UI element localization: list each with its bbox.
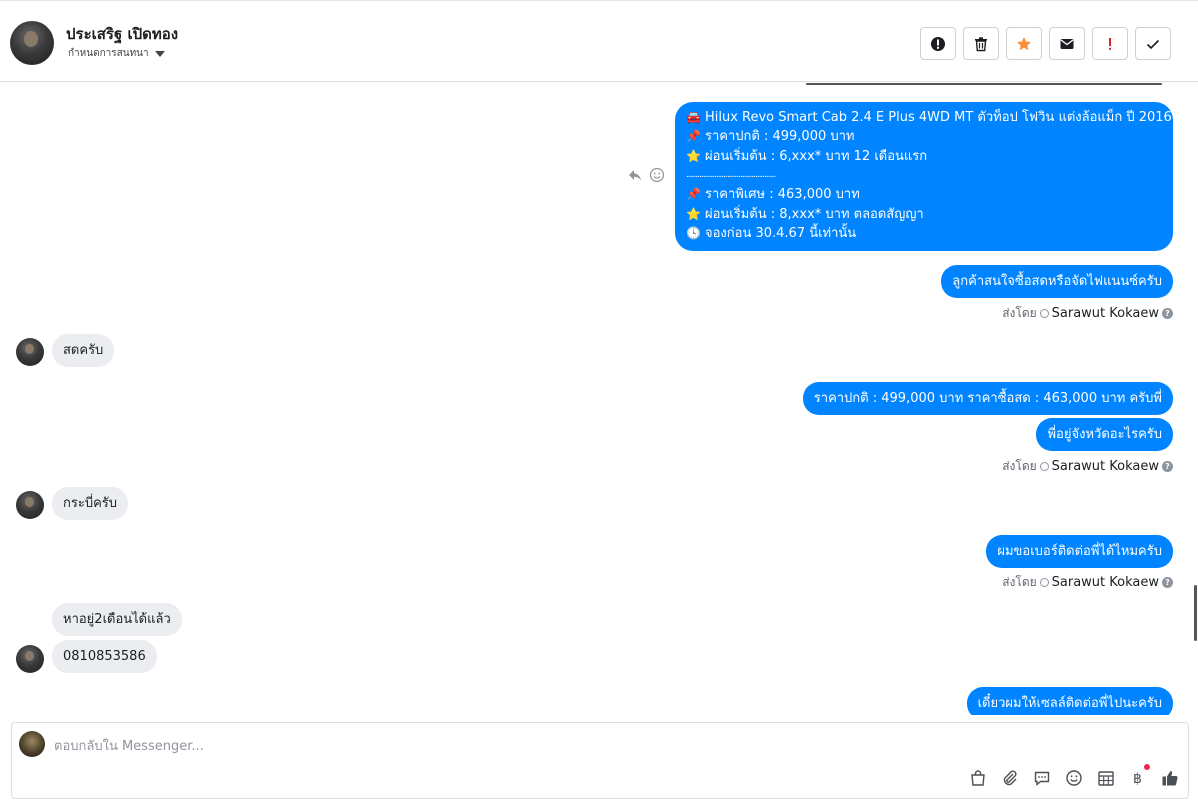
sender-avatar[interactable] xyxy=(16,338,44,366)
thread-scrollbar[interactable] xyxy=(1194,585,1197,641)
alert-circle-icon xyxy=(931,36,945,51)
sent-by-label: ส่งโดย Sarawut Kokaew ? xyxy=(1002,573,1173,592)
important-button[interactable] xyxy=(1092,27,1128,60)
listing-line-text: ราคาพิเศษ : 463,000 บาท xyxy=(705,187,860,203)
outgoing-message[interactable]: พี่อยู่จังหวัดอะไรครับ xyxy=(1036,418,1173,451)
conversation-header: ประเสริฐ เปิดทอง กำหนดการสนทนา xyxy=(0,0,1198,82)
reply-icon[interactable] xyxy=(627,167,643,183)
verified-icon xyxy=(1039,578,1049,587)
contact-name[interactable]: ประเสริฐ เปิดทอง xyxy=(66,22,178,46)
shop-button[interactable] xyxy=(968,768,988,788)
notification-dot xyxy=(1144,764,1150,770)
sent-by-prefix: ส่งโดย xyxy=(1002,306,1037,320)
emoji-icon xyxy=(1066,770,1082,786)
listing-divider-text: ........................................… xyxy=(686,170,776,181)
listing-line-text: ผ่อนเริ่มต้น : 6,xxx* บาท 12 เดือนแรก xyxy=(705,148,928,164)
listing-message-bubble[interactable]: 🚘 Hilux Revo Smart Cab 2.4 E Plus 4WD MT … xyxy=(675,102,1173,251)
listing-line-text: Hilux Revo Smart Cab 2.4 E Plus 4WD MT ต… xyxy=(704,110,1172,126)
saved-reply-icon xyxy=(1034,771,1050,787)
listing-line: ........................................… xyxy=(686,166,1162,185)
attach-button[interactable] xyxy=(1000,768,1020,788)
listing-line: 🕓 จองก่อน 30.4.67 นี้เท่านั้น xyxy=(686,224,1162,243)
star-button[interactable] xyxy=(1006,27,1042,60)
pin-emoji: 📌 xyxy=(686,187,701,202)
sent-by-label: ส่งโดย Sarawut Kokaew ? xyxy=(1002,457,1173,476)
star-emoji: ⭐ xyxy=(686,206,701,221)
listing-line: 📌 ราคาปกติ : 499,000 บาท xyxy=(686,127,1162,146)
help-icon[interactable]: ? xyxy=(1162,308,1173,319)
listing-line-text: จองก่อน 30.4.67 นี้เท่านั้น xyxy=(705,225,857,241)
emoji-button[interactable] xyxy=(1064,768,1084,788)
pin-emoji: 📌 xyxy=(686,129,701,144)
assign-conversation-dropdown[interactable]: กำหนดการสนทนา xyxy=(68,46,165,61)
previous-attachment-edge xyxy=(806,83,1162,85)
mark-unread-button[interactable] xyxy=(1049,27,1085,60)
help-icon[interactable]: ? xyxy=(1162,461,1173,472)
mark-done-button[interactable] xyxy=(1135,27,1171,60)
listing-line-text: ราคาปกติ : 499,000 บาท xyxy=(705,129,855,145)
trash-icon xyxy=(975,36,987,51)
saved-reply-button[interactable] xyxy=(1032,768,1052,788)
message-thread[interactable]: 🚘 Hilux Revo Smart Cab 2.4 E Plus 4WD MT … xyxy=(0,83,1198,715)
delete-button[interactable] xyxy=(963,27,999,60)
svg-text:฿: ฿ xyxy=(1133,771,1142,787)
exclamation-icon xyxy=(1109,37,1111,50)
verified-icon xyxy=(1039,462,1049,471)
outgoing-message[interactable]: ผมขอเบอร์ติดต่อพี่ได้ไหมครับ xyxy=(986,535,1173,568)
envelope-icon xyxy=(1060,38,1074,49)
contact-avatar[interactable] xyxy=(10,21,54,65)
car-emoji: 🚘 xyxy=(686,110,701,125)
incoming-message[interactable]: กระบี่ครับ xyxy=(52,487,129,520)
reply-input[interactable] xyxy=(54,735,954,757)
like-button[interactable] xyxy=(1160,768,1180,788)
incoming-message[interactable]: หาอยู่2เดือนได้แล้ว xyxy=(52,603,182,636)
clock-emoji: 🕓 xyxy=(686,225,701,240)
outgoing-message[interactable]: เดี๋ยวผมให้เซลล์ติดต่อพี่ไปนะครับ xyxy=(966,687,1173,715)
incoming-message[interactable]: 0810853586 xyxy=(52,640,157,673)
reply-composer: ฿ xyxy=(11,722,1189,799)
payment-button[interactable]: ฿ xyxy=(1128,764,1150,788)
appointment-button[interactable] xyxy=(1096,768,1116,788)
header-actions xyxy=(920,27,1171,60)
appointment-icon xyxy=(1098,771,1114,786)
shop-icon xyxy=(971,770,985,786)
react-emoji-icon[interactable] xyxy=(649,167,665,183)
sent-by-agent[interactable]: Sarawut Kokaew xyxy=(1052,306,1159,321)
listing-line-text: ผ่อนเริ่มต้น : 8,xxx* บาท ตลอดสัญญา xyxy=(705,206,924,222)
star-emoji: ⭐ xyxy=(686,148,701,163)
sent-by-agent[interactable]: Sarawut Kokaew xyxy=(1052,575,1159,590)
sent-by-prefix: ส่งโดย xyxy=(1002,459,1037,473)
composer-toolbar: ฿ xyxy=(968,764,1180,788)
help-icon[interactable]: ? xyxy=(1162,577,1173,588)
listing-line: ⭐ ผ่อนเริ่มต้น : 8,xxx* บาท ตลอดสัญญา xyxy=(686,204,1162,223)
sent-by-prefix: ส่งโดย xyxy=(1002,575,1037,589)
outgoing-message[interactable]: ราคาปกติ : 499,000 บาท ราคาซื้อสด : 463,… xyxy=(802,382,1173,415)
listing-line: 📌 ราคาพิเศษ : 463,000 บาท xyxy=(686,185,1162,204)
baht-icon: ฿ xyxy=(1133,771,1142,787)
sender-avatar[interactable] xyxy=(16,491,44,519)
sent-by-label: ส่งโดย Sarawut Kokaew ? xyxy=(1002,304,1173,323)
star-icon xyxy=(1017,36,1031,50)
attach-icon xyxy=(1003,770,1017,786)
message-hover-actions xyxy=(627,167,665,183)
assign-label: กำหนดการสนทนา xyxy=(68,48,149,59)
listing-line: ⭐ ผ่อนเริ่มต้น : 6,xxx* บาท 12 เดือนแรก xyxy=(686,147,1162,166)
incoming-message[interactable]: สดครับ xyxy=(52,334,115,367)
listing-line: 🚘 Hilux Revo Smart Cab 2.4 E Plus 4WD MT … xyxy=(686,108,1172,127)
caret-down-icon xyxy=(154,50,165,57)
page-avatar xyxy=(19,731,45,757)
check-icon xyxy=(1146,39,1160,49)
sent-by-agent[interactable]: Sarawut Kokaew xyxy=(1052,459,1159,474)
spam-button[interactable] xyxy=(920,27,956,60)
like-icon xyxy=(1162,771,1178,786)
sender-avatar[interactable] xyxy=(16,645,44,673)
outgoing-message[interactable]: ลูกค้าสนใจซื้อสดหรือจัดไฟแนนซ์ครับ xyxy=(941,265,1173,298)
verified-icon xyxy=(1039,309,1049,318)
